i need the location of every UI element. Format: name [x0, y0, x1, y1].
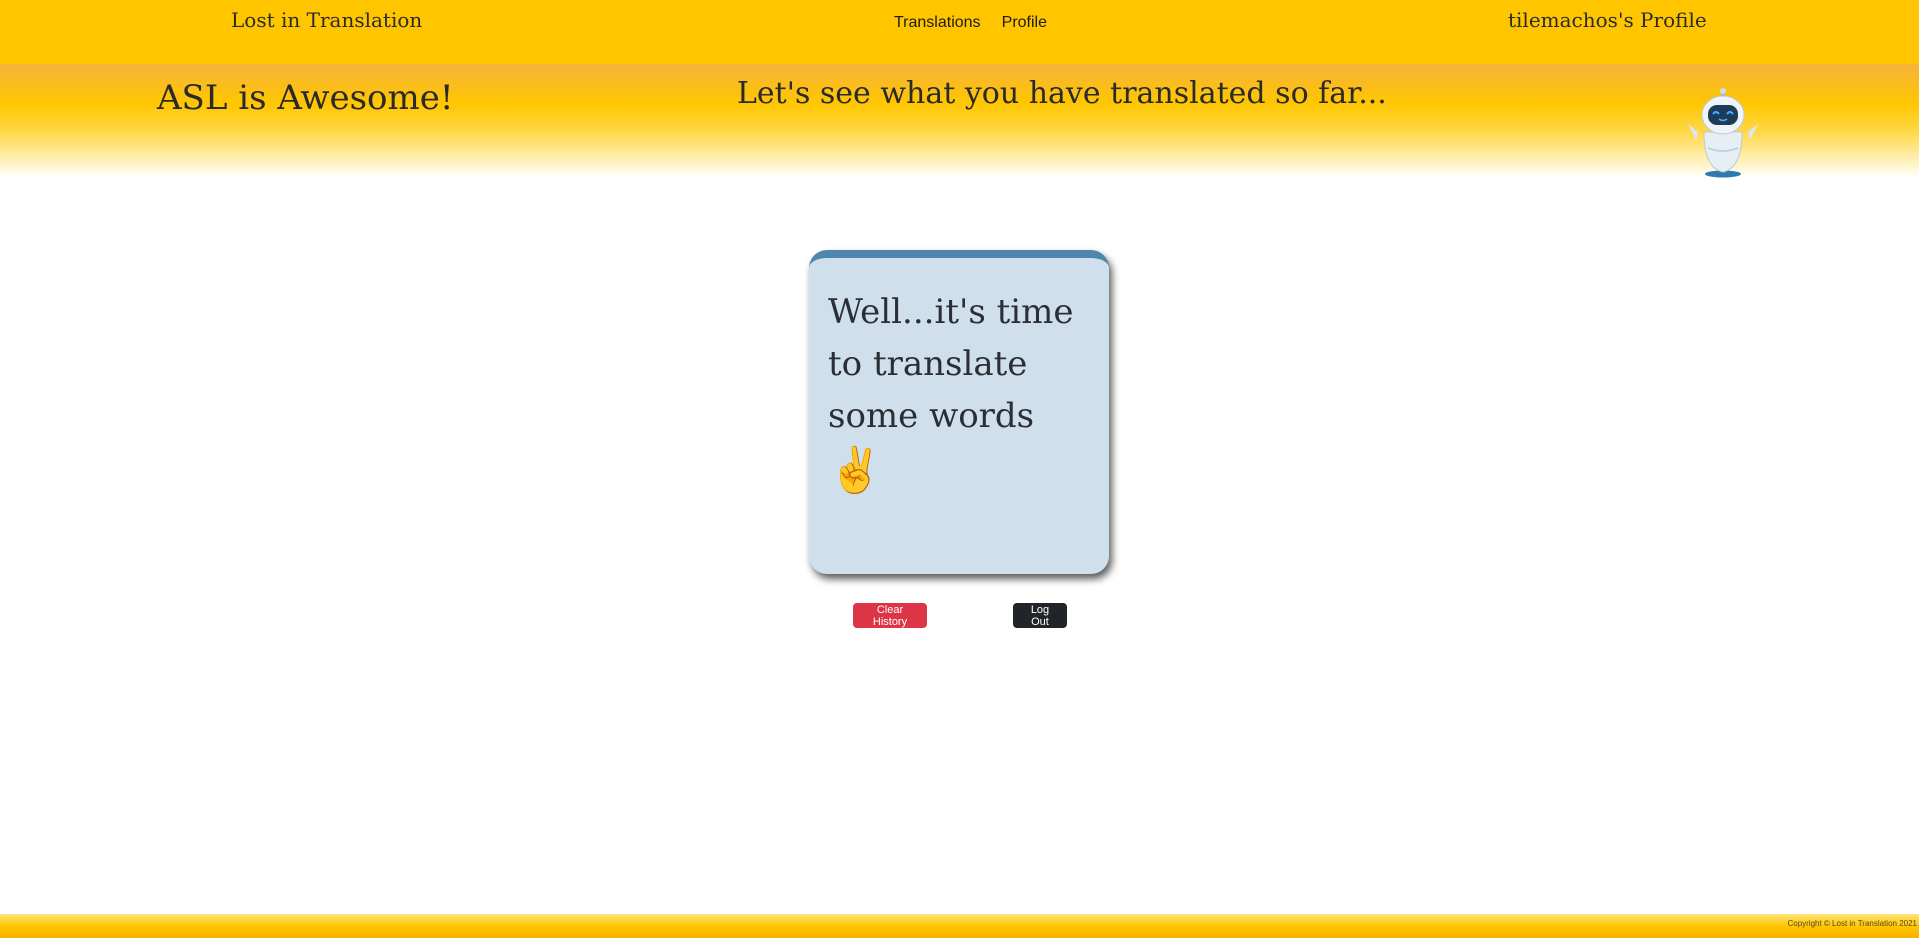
log-out-button[interactable]: Log Out: [1013, 603, 1067, 628]
tagline: ASL is Awesome!: [157, 78, 454, 118]
footer: Copyright © Lost in Translation 2021: [0, 914, 1919, 938]
clear-history-button[interactable]: Clear History: [853, 603, 927, 628]
nav-links: Translations Profile: [894, 12, 1063, 32]
profile-page: Lost in Translation Translations Profile…: [0, 0, 1919, 938]
top-navbar: Lost in Translation Translations Profile…: [0, 0, 1919, 64]
empty-history-message: Well...it's time to translate some words…: [828, 286, 1098, 497]
robot-logo-icon: [1688, 88, 1758, 178]
user-profile-label: tilemachos's Profile: [1508, 8, 1707, 32]
header-band: ASL is Awesome! Let's see what you have …: [0, 64, 1919, 178]
empty-history-text: Well...it's time to translate some words: [828, 292, 1074, 436]
nav-link-translations[interactable]: Translations: [894, 14, 981, 32]
translations-card: Well...it's time to translate some words…: [809, 250, 1109, 574]
nav-link-profile[interactable]: Profile: [1002, 14, 1047, 32]
copyright-text: Copyright © Lost in Translation 2021: [1787, 919, 1917, 928]
page-subtitle: Let's see what you have translated so fa…: [737, 76, 1387, 111]
brand-link[interactable]: Lost in Translation: [231, 8, 422, 32]
peace-hand-icon: ✌️: [828, 445, 883, 496]
